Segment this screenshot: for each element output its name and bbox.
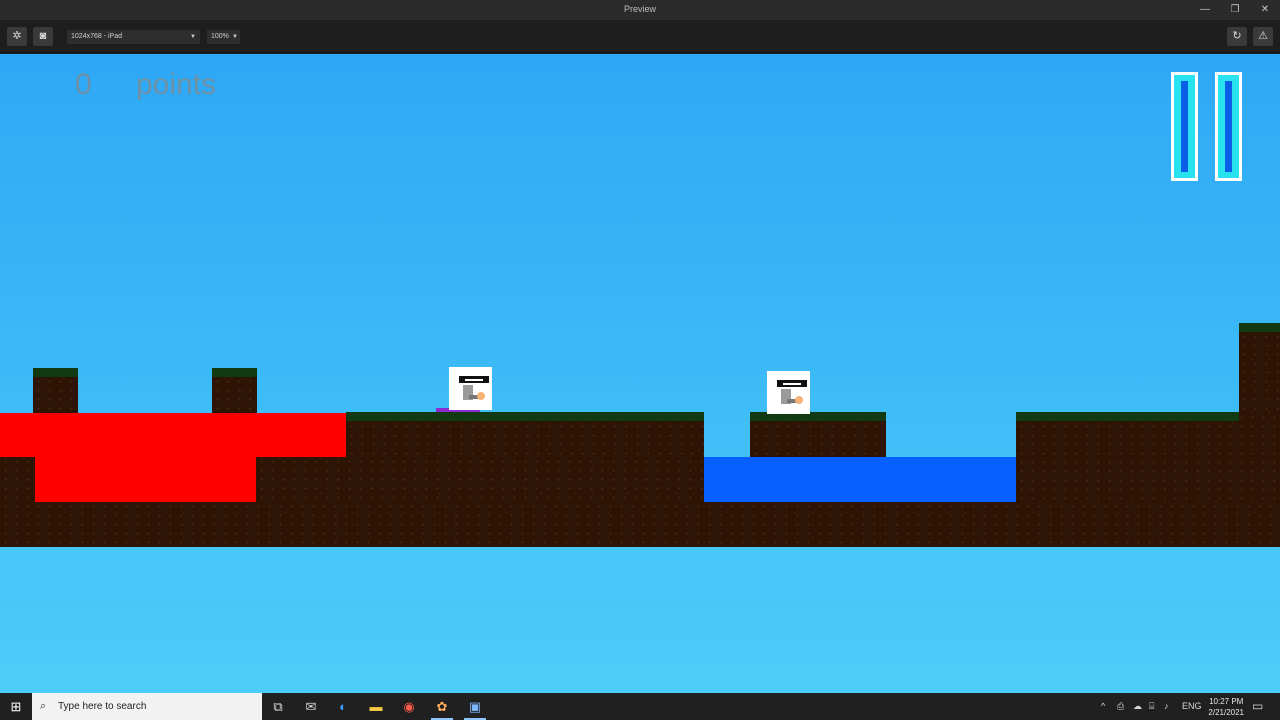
sunglasses-icon [459,376,489,383]
grass-top [212,368,257,377]
camera-icon[interactable]: ◙ [33,27,53,46]
enemy-character [767,371,810,414]
grass-top [346,412,704,421]
minimize-icon[interactable]: — [1190,0,1220,20]
chrome-icon[interactable]: ◉ [394,696,424,718]
mail-icon[interactable]: ✉ [296,696,326,718]
language-indicator[interactable]: ENG [1182,693,1202,720]
chevron-down-icon: ▼ [190,34,196,40]
clock-date: 2/21/2021 [1208,708,1244,717]
device-select[interactable]: 1024x768 - iPad ▼ [67,30,200,44]
close-icon[interactable]: ✕ [1250,0,1280,20]
ground-bottom-layer [0,502,1280,547]
cloud-icon[interactable]: ☁ [1133,693,1142,720]
notification-icon[interactable]: ▭ [1252,693,1263,720]
score-value: 0 [75,68,92,101]
edge-icon[interactable]: ◐ [328,696,358,718]
clock-time: 10:27 PM [1209,697,1244,706]
grass-top [33,368,78,377]
windows-start-icon[interactable]: ⊞ [0,693,32,720]
zoom-select[interactable]: 100% ▼ [207,30,240,44]
pause-button-left-bar[interactable] [1171,72,1198,181]
grass-top [1016,412,1239,421]
preview-toolbar: ✲ ◙ 1024x768 - iPad ▼ 100% ▼ ↻ ⚠ [0,20,1280,53]
game-canvas[interactable]: 0 points [0,54,1280,693]
chevron-up-icon[interactable]: ^ [1101,693,1105,720]
player-character [449,367,492,410]
debug-icon[interactable]: ✲ [7,27,27,46]
pause-button-right-bar[interactable] [1215,72,1242,181]
grass-top [1239,323,1280,332]
ground-platform [1016,413,1280,502]
taskbar-clock[interactable]: 10:27 PM 2/21/2021 [1208,696,1244,718]
search-icon: ⌕ [40,700,47,712]
app-icon[interactable]: ✿ [427,696,457,720]
dirt-block [0,457,35,502]
warning-icon[interactable]: ⚠ [1253,27,1273,46]
task-view-icon[interactable]: ⧉ [263,696,293,718]
device-select-label: 1024x768 - iPad [71,33,122,40]
device-icon[interactable]: ⎙ [1117,693,1124,720]
sunglasses-icon [777,380,807,387]
taskbar: ⊞ ⌕ Type here to search ⧉ ✉ ◐ ▬ ◉ ✿ ▣ ^ … [0,693,1280,720]
file-explorer-icon[interactable]: ▬ [361,696,391,718]
dirt-block [256,457,704,502]
taskbar-search[interactable]: ⌕ Type here to search [32,693,262,720]
score-label: points [136,68,217,101]
water-pool [704,457,1016,502]
lava-pool-top [0,413,346,457]
restore-icon[interactable]: ❐ [1220,0,1250,20]
zoom-select-label: 100% [211,33,229,40]
title-bar: Preview — ❐ ✕ [0,0,1280,20]
network-icon[interactable]: ⌸ [1149,693,1154,720]
search-placeholder: Type here to search [58,701,147,712]
lava-pool-bottom [35,457,256,502]
photos-icon[interactable]: ▣ [460,696,490,720]
window-title: Preview [623,4,656,14]
refresh-icon[interactable]: ↻ [1227,27,1247,46]
volume-icon[interactable]: ♪ [1164,693,1169,720]
chevron-down-icon: ▼ [232,34,238,40]
dirt-tower [1239,323,1280,413]
